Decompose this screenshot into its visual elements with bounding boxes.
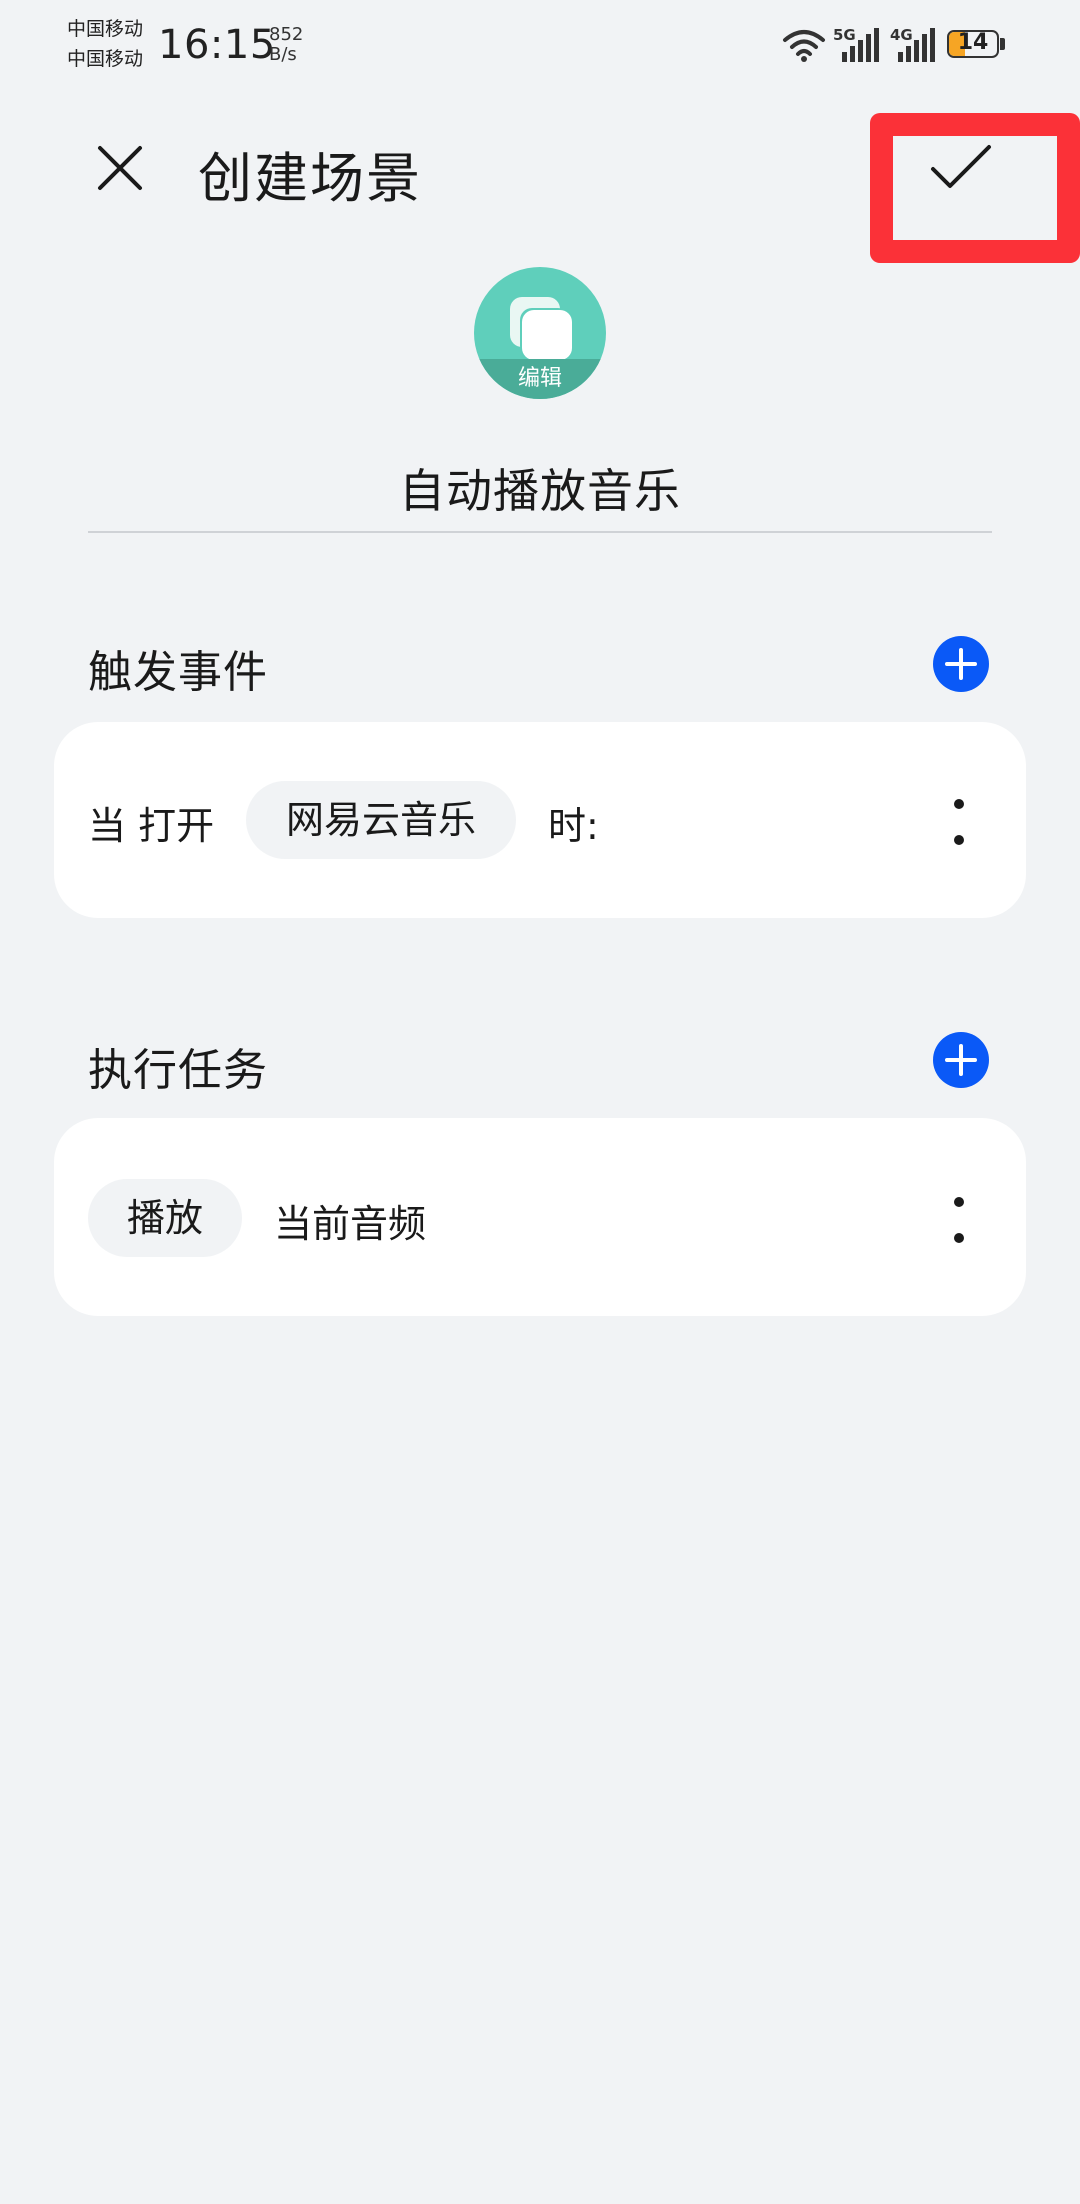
plus-icon	[945, 1044, 977, 1076]
battery-icon: 14	[947, 30, 999, 58]
task-section-title: 执行任务	[88, 1045, 268, 1096]
battery-level: 14	[957, 30, 989, 55]
add-trigger-button[interactable]	[933, 636, 989, 692]
carrier-1: 中国移动	[67, 18, 144, 40]
battery-tip	[1000, 38, 1005, 50]
check-icon[interactable]	[930, 143, 992, 191]
signal-1-icon	[842, 28, 879, 62]
page-title: 创建场景	[198, 147, 422, 210]
scene-name-underline	[88, 531, 992, 533]
wifi-icon	[783, 30, 825, 62]
status-time: 16:15	[158, 22, 276, 68]
trigger-app-chip[interactable]: 网易云音乐	[246, 781, 516, 859]
scene-avatar[interactable]: 编辑	[474, 267, 606, 399]
more-vertical-icon[interactable]	[954, 1197, 964, 1243]
trigger-suffix: 时:	[548, 804, 599, 848]
carrier-2: 中国移动	[67, 48, 144, 70]
task-card[interactable]: 播放 当前音频	[54, 1118, 1026, 1316]
task-target: 当前音频	[274, 1202, 427, 1246]
net-speed-unit: B/s	[269, 44, 297, 65]
signal-2-icon	[898, 28, 935, 62]
trigger-prefix: 当 打开	[88, 804, 215, 848]
trigger-section-title: 触发事件	[88, 647, 268, 698]
add-task-button[interactable]	[933, 1032, 989, 1088]
plus-icon	[945, 648, 977, 680]
close-icon[interactable]	[96, 144, 144, 192]
task-action-chip[interactable]: 播放	[88, 1179, 242, 1257]
net-speed-value: 852	[269, 24, 304, 45]
trigger-card[interactable]: 当 打开 网易云音乐 时:	[54, 722, 1026, 918]
avatar-edit-label[interactable]: 编辑	[474, 360, 606, 392]
scene-icon-front	[522, 310, 572, 360]
scene-name-input[interactable]: 自动播放音乐	[88, 455, 992, 521]
more-vertical-icon[interactable]	[954, 799, 964, 845]
